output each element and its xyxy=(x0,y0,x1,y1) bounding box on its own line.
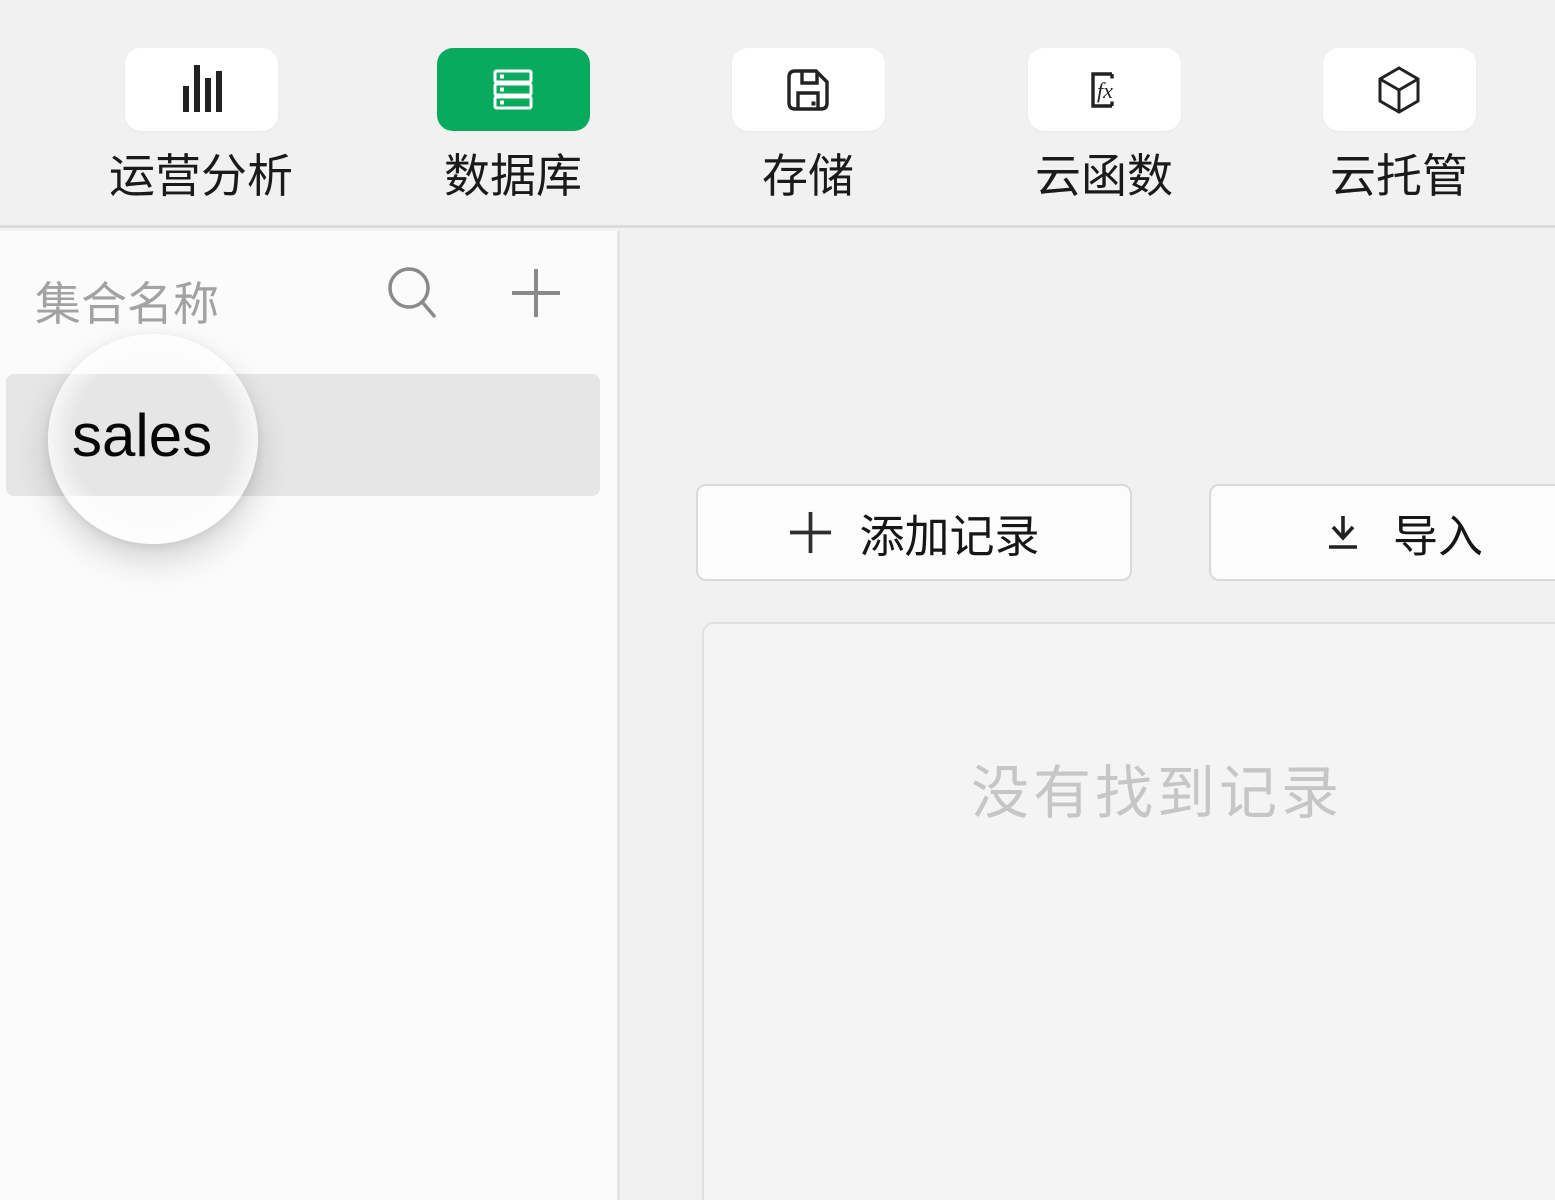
tab-operations-analysis-label: 运营分析 xyxy=(109,151,293,201)
tab-database-label: 数据库 xyxy=(444,151,582,201)
cloud-console-window: 运营分析 数据库 xyxy=(0,0,1555,1200)
records-main-area: 添加记录 导入 没有找到记录 xyxy=(620,231,1555,1200)
tab-operations-analysis-button[interactable] xyxy=(125,48,278,131)
records-panel: 没有找到记录 xyxy=(702,622,1555,1200)
add-record-button[interactable]: 添加记录 xyxy=(696,484,1132,581)
search-icon xyxy=(386,266,438,320)
search-collections-button[interactable] xyxy=(384,265,440,321)
collections-sidebar: 集合名称 sales xyxy=(0,231,617,1200)
tab-storage-label: 存储 xyxy=(762,151,854,201)
tab-cloud-functions-label: 云函数 xyxy=(1035,151,1173,201)
plus-icon xyxy=(510,267,562,319)
tab-cloud-hosting-label: 云托管 xyxy=(1330,151,1468,201)
tab-cloud-functions-button[interactable]: fx xyxy=(1028,48,1181,131)
floppy-disk-icon xyxy=(781,63,835,117)
download-import-icon xyxy=(1319,509,1367,557)
top-toolbar: 运营分析 数据库 xyxy=(0,0,1555,228)
bar-chart-icon xyxy=(174,63,228,117)
plus-icon xyxy=(788,510,833,555)
svg-text:fx: fx xyxy=(1097,78,1113,103)
tab-operations-analysis[interactable]: 运营分析 xyxy=(91,0,311,228)
tab-storage-button[interactable] xyxy=(732,48,885,131)
cube-icon xyxy=(1372,63,1426,117)
empty-state-text: 没有找到记录 xyxy=(704,746,1555,830)
tab-cloud-hosting[interactable]: 云托管 xyxy=(1289,0,1509,228)
tab-cloud-functions[interactable]: fx 云函数 xyxy=(994,0,1214,228)
add-record-label: 添加记录 xyxy=(859,500,1039,565)
tab-cloud-hosting-button[interactable] xyxy=(1323,48,1476,131)
function-fx-icon: fx xyxy=(1077,63,1131,117)
add-collection-button[interactable] xyxy=(508,265,564,321)
import-button[interactable]: 导入 xyxy=(1209,484,1555,581)
tab-storage[interactable]: 存储 xyxy=(698,0,918,228)
tab-database-button[interactable] xyxy=(437,48,590,131)
import-label: 导入 xyxy=(1393,500,1483,565)
tab-database[interactable]: 数据库 xyxy=(403,0,623,228)
collection-item-sales-name: sales xyxy=(72,401,212,470)
database-icon xyxy=(486,63,540,117)
collection-item-sales[interactable]: sales xyxy=(6,374,600,496)
collection-name-label: 集合名称 xyxy=(35,268,219,334)
